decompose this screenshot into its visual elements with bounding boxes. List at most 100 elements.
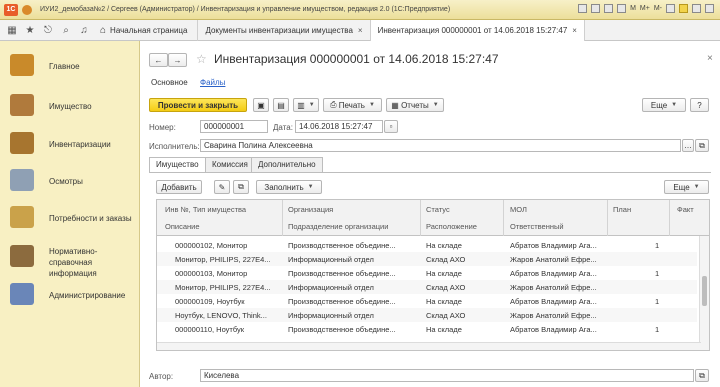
column-header-status[interactable]: Статус [426,205,450,214]
reports-button[interactable]: ▦ Отчеты ▼ [386,98,444,112]
tab-documents[interactable]: Документы инвентаризации имущества × [197,19,369,41]
sidebar-item-main[interactable]: Главное [0,53,140,77]
row-cell-mol: Абратов Владимир Ага... [510,297,597,306]
tool-icon[interactable] [578,4,588,13]
sidebar-item-reference-info[interactable]: Нормативно-справочная информация [0,242,140,278]
row-cell-dept: Информационный отдел [288,311,374,320]
open-link-icon[interactable]: ⧉ [695,139,709,152]
calendar-icon[interactable]: ▫ [384,120,398,133]
column-header-dept[interactable]: Подразделение организации [288,222,388,231]
executor-field[interactable]: Сварина Полина Алексеевна [200,139,681,152]
form-close-icon[interactable]: × [707,53,713,64]
memory-plus-button[interactable]: M+ [640,5,650,12]
more-button[interactable]: Еще ▼ [642,98,686,112]
section-files-link[interactable]: Файлы [200,78,225,87]
table-row[interactable]: 000000102, Монитор Производственное объе… [157,238,697,252]
table-row[interactable]: 000000110, Ноутбук Производственное объе… [157,322,697,336]
page-title: Инвентаризация 000000001 от 14.06.2018 1… [214,52,499,66]
history-icon[interactable]: ⎋ [42,25,54,36]
favorite-star-icon[interactable]: ☆ [196,52,207,66]
memory-minus-button[interactable]: M- [654,5,662,12]
row-cell-status: На складе [426,241,462,250]
table-row[interactable]: Монитор, PHILIPS, 227E4... Информационны… [157,280,697,294]
window-close-icon[interactable] [705,4,714,13]
save-icon[interactable]: ▣ [253,98,269,112]
sidebar-item-inventories[interactable]: Инвентаризации [0,131,140,155]
sidebar-item-property[interactable]: Имущество [0,93,140,117]
row-cell-description: Монитор, PHILIPS, 227E4... [175,283,271,292]
open-link-icon[interactable]: ⧉ [695,369,709,382]
sidebar-item-label: Имущество [49,102,92,111]
author-label: Автор: [149,372,174,381]
help-button[interactable]: ? [690,98,709,112]
tab-commission[interactable]: Комиссия [205,157,255,172]
row-cell-location: Склад АХО [426,311,466,320]
tool-icon[interactable] [617,4,627,13]
table-more-button[interactable]: Еще ▼ [664,180,709,194]
row-cell-location: Склад АХО [426,255,466,264]
column-header-responsible[interactable]: Ответственный [510,222,564,231]
back-button[interactable]: ← [149,53,168,67]
post-and-close-button[interactable]: Провести и закрыть [149,98,247,112]
boxes-icon [10,132,34,154]
printer-icon: ⎙ [330,100,339,109]
sections-panel: Главное Имущество Инвентаризации Осмотры… [0,41,140,387]
tab-property[interactable]: Имущество [149,157,206,173]
table-row[interactable]: Ноутбук, LENOVO, Think... Информационный… [157,308,697,322]
column-divider [607,200,608,236]
fill-button[interactable]: Заполнить ▼ [256,180,322,194]
column-header-description[interactable]: Описание [165,222,200,231]
column-header-org[interactable]: Организация [288,205,333,214]
tab-close-icon[interactable]: × [572,26,577,35]
date-field[interactable]: 14.06.2018 15:27:47 [295,120,383,133]
forward-button[interactable]: → [168,53,187,67]
tab-close-icon[interactable]: × [358,26,363,35]
scroll-thumb[interactable] [702,276,707,306]
vertical-scrollbar[interactable] [699,236,709,350]
notification-bell-icon[interactable]: ♫ [78,25,90,36]
sidebar-item-administration[interactable]: Администрирование [0,282,140,306]
number-field[interactable]: 000000001 [200,120,268,133]
related-docs-icon[interactable]: ▥ ▼ [293,98,319,112]
info-icon[interactable] [679,4,688,13]
reports-label: Отчеты [401,100,429,110]
column-header-fact[interactable]: Факт [677,205,694,214]
tab-inventory-document[interactable]: Инвентаризация 000000001 от 14.06.2018 1… [369,19,585,41]
column-header-mol[interactable]: МОЛ [510,205,527,214]
post-icon[interactable]: ▤ [273,98,289,112]
column-header-location[interactable]: Расположение [426,222,477,231]
memory-button[interactable]: M [630,5,636,12]
column-header-plan[interactable]: План [613,205,631,214]
table-row[interactable]: 000000103, Монитор Производственное объе… [157,266,697,280]
more-label: Еще [673,182,690,192]
column-header-inv-type[interactable]: Инв №, Тип имущества [165,205,246,214]
copy-icon[interactable]: ⧉ [233,180,249,194]
add-row-button[interactable]: Добавить [156,180,202,194]
section-main-link[interactable]: Основное [151,78,188,87]
favorites-star-icon[interactable]: ★ [24,25,36,36]
table-row[interactable]: 000000109, Ноутбук Производственное объе… [157,294,697,308]
author-field[interactable]: Киселева [200,369,694,382]
home-tab[interactable]: ⌂ Начальная страница [100,25,187,36]
tool-icon[interactable] [604,4,614,13]
row-cell-org: Производственное объедине... [288,297,396,306]
row-cell-inv: 000000102, Монитор [175,241,248,250]
sidebar-item-label: Осмотры [49,177,83,186]
search-icon[interactable]: ⌕ [60,25,72,36]
edit-pencil-icon[interactable]: ✎ [214,180,230,194]
tab-additional[interactable]: Дополнительно [251,157,323,172]
window-restore-icon[interactable] [666,4,675,13]
window-minimize-icon[interactable] [692,4,701,13]
sidebar-item-needs-orders[interactable]: Потребности и заказы [0,205,140,229]
horizontal-scrollbar[interactable] [157,342,701,350]
print-button[interactable]: ⎙ Печать ▼ [323,98,382,112]
tool-icon[interactable] [591,4,601,13]
table-row[interactable]: Монитор, PHILIPS, 227E4... Информационны… [157,252,697,266]
sidebar-item-inspections[interactable]: Осмотры [0,168,140,192]
select-dots-icon[interactable]: … [682,139,694,152]
table-header: Инв №, Тип имущества Описание Организаци… [157,200,709,236]
main-menu-icon[interactable] [22,4,32,15]
apps-grid-icon[interactable]: ▦ [6,25,18,36]
row-cell-responsible: Жаров Анатолий Ефре... [510,255,597,264]
sidebar-item-label: Главное [49,62,80,71]
